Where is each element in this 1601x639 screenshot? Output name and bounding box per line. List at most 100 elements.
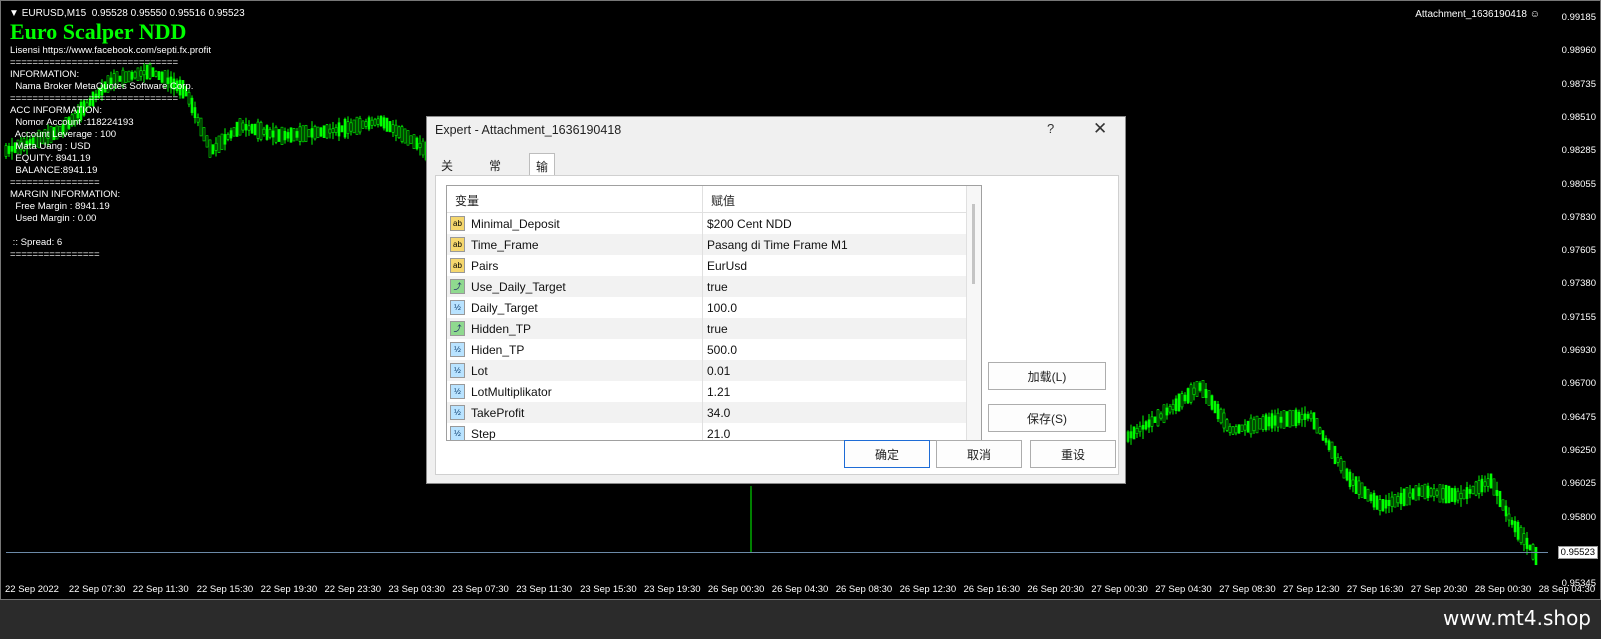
dialog-title: Expert - Attachment_1636190418 xyxy=(435,123,622,137)
param-value-cell[interactable]: true xyxy=(703,318,728,339)
param-name-cell[interactable]: ab Minimal_Deposit xyxy=(447,213,703,234)
time-tick-label: 22 Sep 23:30 xyxy=(324,584,382,595)
param-value-cell[interactable]: true xyxy=(703,276,728,297)
time-tick-label: 26 Sep 20:30 xyxy=(1027,584,1084,595)
load-button[interactable]: 加载(L) xyxy=(988,362,1106,390)
candle-body xyxy=(280,126,284,145)
candle-body xyxy=(1150,416,1154,427)
candle-body xyxy=(307,129,311,138)
time-tick-label: 28 Sep 00:30 xyxy=(1474,584,1532,595)
info-line: ============================== xyxy=(10,57,179,68)
column-variable[interactable]: 变量 xyxy=(447,186,703,212)
table-row[interactable]: ⤴ Use_Daily_Target true xyxy=(447,276,981,297)
tab-inputs[interactable]: 输入参数 xyxy=(529,153,556,225)
candle-body xyxy=(358,118,362,133)
candle-body xyxy=(1294,409,1298,427)
candle-body xyxy=(1324,438,1328,443)
scrollbar-thumb[interactable] xyxy=(972,204,975,284)
tab-common[interactable]: 常用 xyxy=(483,153,507,190)
table-row[interactable]: ½ LotMultiplikator 1.21 xyxy=(447,381,981,402)
candle-body xyxy=(277,129,281,142)
param-name: Hidden_TP xyxy=(471,321,532,336)
time-tick-label: 27 Sep 12:30 xyxy=(1283,584,1340,595)
tab-about[interactable]: 关于 xyxy=(435,153,459,190)
price-tick-label: 0.96930 xyxy=(1561,345,1596,356)
candle-body xyxy=(217,135,221,153)
string-type-icon: ab xyxy=(450,216,465,231)
reset-button[interactable]: 重设 xyxy=(1030,440,1116,468)
param-value-cell[interactable]: 1.21 xyxy=(703,381,730,402)
table-row[interactable]: ½ Daily_Target 100.0 xyxy=(447,297,981,318)
param-value-cell[interactable]: EurUsd xyxy=(703,255,747,276)
info-line: Nama Broker MetaQuotes Software Corp. xyxy=(10,81,194,92)
table-row[interactable]: ab Minimal_Deposit $200 Cent NDD xyxy=(447,213,981,234)
help-button[interactable]: ? xyxy=(1047,121,1054,136)
param-name: Hiden_TP xyxy=(471,342,525,357)
table-row[interactable]: ½ Lot 0.01 xyxy=(447,360,981,381)
candle-body xyxy=(1480,478,1484,493)
table-row[interactable]: ½ Hiden_TP 500.0 xyxy=(447,339,981,360)
candle-body xyxy=(1204,388,1208,399)
candle-body xyxy=(1180,393,1184,408)
table-row[interactable]: ab Pairs EurUsd xyxy=(447,255,981,276)
param-name-cell[interactable]: ab Time_Frame xyxy=(447,234,703,255)
candle-body xyxy=(1207,390,1211,406)
param-name-cell[interactable]: ½ TakeProfit xyxy=(447,402,703,423)
attachment-label: Attachment_1636190418 ☺ xyxy=(1415,9,1540,20)
collapse-triangle-icon[interactable]: ▼ xyxy=(9,8,22,19)
candle-body xyxy=(1333,445,1337,465)
candle-body xyxy=(1339,458,1343,472)
time-tick-label: 27 Sep 08:30 xyxy=(1219,584,1276,595)
price-tick-label: 0.98285 xyxy=(1561,145,1596,157)
info-line: BALANCE:8941.19 xyxy=(10,165,98,176)
candle-body xyxy=(1171,404,1175,410)
param-value-cell[interactable]: 21.0 xyxy=(703,423,730,441)
param-value-cell[interactable]: $200 Cent NDD xyxy=(703,213,792,234)
ok-button[interactable]: 确定 xyxy=(844,440,930,468)
close-icon[interactable]: ✕ xyxy=(1093,119,1107,139)
param-value-cell[interactable]: 500.0 xyxy=(703,339,737,360)
param-value-cell[interactable]: 0.01 xyxy=(703,360,730,381)
candle-body xyxy=(1501,499,1505,511)
candle-body xyxy=(1249,417,1253,435)
table-row[interactable]: ½ TakeProfit 34.0 xyxy=(447,402,981,423)
table-row[interactable]: ⤴ Hidden_TP true xyxy=(447,318,981,339)
param-name-cell[interactable]: ⤴ Use_Daily_Target xyxy=(447,276,703,297)
param-value-cell[interactable]: 34.0 xyxy=(703,402,730,423)
cancel-button[interactable]: 取消 xyxy=(936,440,1022,468)
param-name-cell[interactable]: ½ Step xyxy=(447,423,703,441)
candle-body xyxy=(1201,380,1205,398)
smiley-icon[interactable]: ☺ xyxy=(1530,9,1540,20)
param-name-cell[interactable]: ½ Lot xyxy=(447,360,703,381)
time-axis: 22 Sep 2022 22 Sep 07:30 22 Sep 11:30 22 Se… xyxy=(1,584,1595,598)
candle-body xyxy=(1504,505,1508,517)
candle-body xyxy=(4,145,8,157)
param-name-cell[interactable]: ⤴ Hidden_TP xyxy=(447,318,703,339)
column-value[interactable]: 赋值 xyxy=(703,186,743,212)
candle-body xyxy=(1351,479,1355,486)
info-line: ================ xyxy=(10,249,100,260)
candle-body xyxy=(1471,485,1475,495)
candle-body xyxy=(1516,521,1520,540)
candle-body xyxy=(364,121,368,127)
table-row[interactable]: ½ Step 21.0 xyxy=(447,423,981,441)
candle-body xyxy=(1396,496,1400,504)
time-tick-label: 26 Sep 04:30 xyxy=(771,584,829,595)
candle-body xyxy=(1435,490,1439,496)
table-row[interactable]: ab Time_Frame Pasang di Time Frame M1 xyxy=(447,234,981,255)
param-name-cell[interactable]: ab Pairs xyxy=(447,255,703,276)
vertical-scrollbar[interactable] xyxy=(966,186,981,440)
param-value-cell[interactable]: Pasang di Time Frame M1 xyxy=(703,234,848,255)
param-name: Step xyxy=(471,426,496,441)
candle-body xyxy=(1291,410,1295,427)
candle-body xyxy=(1519,527,1523,543)
symbol-quote: EURUSD,M15 0.95528 0.95550 0.95516 0.955… xyxy=(21,8,245,19)
save-button[interactable]: 保存(S) xyxy=(988,404,1106,432)
param-name-cell[interactable]: ½ LotMultiplikator xyxy=(447,381,703,402)
param-name-cell[interactable]: ½ Daily_Target xyxy=(447,297,703,318)
candle-body xyxy=(1399,492,1403,505)
time-tick-label: 22 Sep 11:30 xyxy=(132,584,189,595)
candle-body xyxy=(361,120,365,129)
param-value-cell[interactable]: 100.0 xyxy=(703,297,737,318)
param-name-cell[interactable]: ½ Hiden_TP xyxy=(447,339,703,360)
